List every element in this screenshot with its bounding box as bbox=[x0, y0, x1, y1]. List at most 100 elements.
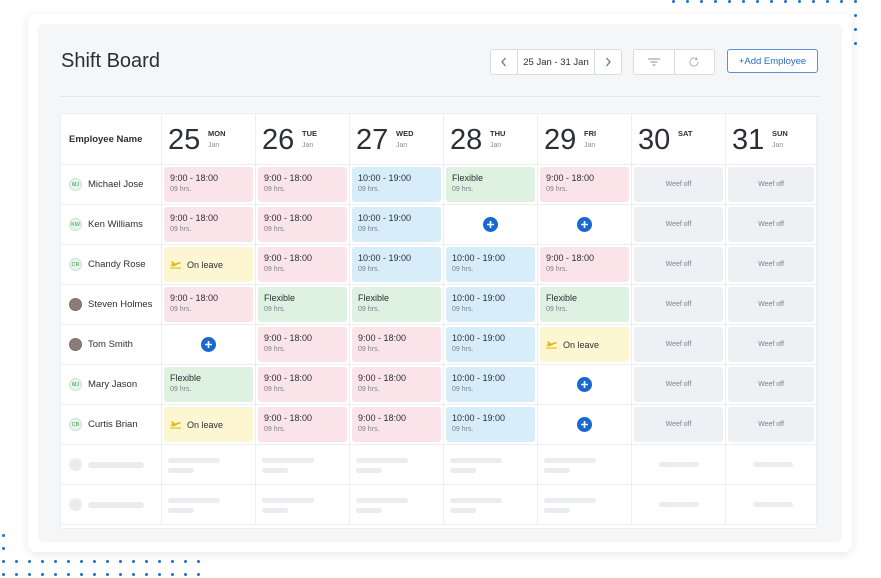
shift-block[interactable]: 10:00 - 19:00 09 hrs. bbox=[446, 407, 535, 442]
date-range-label[interactable]: 25 Jan - 31 Jan bbox=[517, 50, 595, 74]
chevron-left-icon bbox=[501, 57, 506, 67]
add-shift-button[interactable] bbox=[577, 217, 592, 232]
shift-block[interactable]: Flexible 09 hrs. bbox=[164, 367, 253, 402]
shift-cell[interactable]: Flexible 09 hrs. bbox=[256, 285, 350, 325]
shift-block[interactable]: 10:00 - 19:00 09 hrs. bbox=[352, 167, 441, 202]
shift-cell[interactable]: 10:00 - 19:00 09 hrs. bbox=[350, 205, 444, 245]
shift-block[interactable]: Flexible 09 hrs. bbox=[352, 287, 441, 322]
decorative-dot bbox=[80, 573, 83, 576]
shift-block[interactable]: 9:00 - 18:00 09 hrs. bbox=[540, 167, 629, 202]
add-shift-button[interactable] bbox=[577, 377, 592, 392]
shift-block[interactable]: 10:00 - 19:00 09 hrs. bbox=[446, 287, 535, 322]
shift-cell[interactable]: 10:00 - 19:00 09 hrs. bbox=[444, 245, 538, 285]
shift-cell[interactable]: On leave bbox=[162, 245, 256, 285]
employee-cell[interactable]: Steven Holmes bbox=[61, 285, 162, 325]
shift-cell[interactable]: 10:00 - 19:00 09 hrs. bbox=[444, 285, 538, 325]
shift-block[interactable]: 9:00 - 18:00 09 hrs. bbox=[352, 327, 441, 362]
shift-block[interactable]: 10:00 - 19:00 09 hrs. bbox=[446, 327, 535, 362]
add-shift-button[interactable] bbox=[201, 337, 216, 352]
employee-name: Curtis Brian bbox=[88, 419, 138, 430]
shift-block[interactable]: 9:00 - 18:00 09 hrs. bbox=[258, 367, 347, 402]
employee-cell[interactable]: Tom Smith bbox=[61, 325, 162, 365]
leave-block[interactable]: On leave bbox=[164, 247, 253, 282]
shift-cell[interactable]: 9:00 - 18:00 09 hrs. bbox=[538, 245, 632, 285]
decorative-dot bbox=[770, 0, 773, 3]
shift-cell[interactable]: 9:00 - 18:00 09 hrs. bbox=[256, 325, 350, 365]
shift-cell[interactable]: 9:00 - 18:00 09 hrs. bbox=[256, 405, 350, 445]
next-week-button[interactable] bbox=[595, 50, 621, 74]
shift-cell[interactable]: 10:00 - 19:00 09 hrs. bbox=[444, 405, 538, 445]
shift-cell[interactable]: 10:00 - 19:00 09 hrs. bbox=[350, 245, 444, 285]
shift-block[interactable]: 9:00 - 18:00 09 hrs. bbox=[540, 247, 629, 282]
placeholder-cell bbox=[726, 445, 817, 485]
shift-cell[interactable]: On leave bbox=[162, 405, 256, 445]
shift-cell[interactable]: 9:00 - 18:00 09 hrs. bbox=[162, 165, 256, 205]
employee-name: Ken Williams bbox=[88, 219, 143, 230]
shift-block[interactable]: 10:00 - 19:00 09 hrs. bbox=[446, 247, 535, 282]
leave-block[interactable]: On leave bbox=[540, 327, 629, 362]
shift-cell[interactable]: 9:00 - 18:00 09 hrs. bbox=[256, 365, 350, 405]
refresh-button[interactable] bbox=[673, 50, 715, 74]
shift-cell[interactable]: Flexible 09 hrs. bbox=[444, 165, 538, 205]
shift-cell[interactable]: 10:00 - 19:00 09 hrs. bbox=[350, 165, 444, 205]
decorative-dot bbox=[826, 0, 829, 3]
shift-cell[interactable]: On leave bbox=[538, 325, 632, 365]
shift-cell[interactable]: Flexible 09 hrs. bbox=[350, 285, 444, 325]
week-off-label: Weef off bbox=[758, 221, 784, 228]
shift-block[interactable]: 9:00 - 18:00 09 hrs. bbox=[258, 327, 347, 362]
shift-cell[interactable]: 9:00 - 18:00 09 hrs. bbox=[538, 165, 632, 205]
week-off-label: Weef off bbox=[758, 181, 784, 188]
avatar bbox=[69, 338, 82, 351]
day-number: 31 bbox=[732, 124, 765, 156]
shift-cell[interactable]: 9:00 - 18:00 09 hrs. bbox=[256, 165, 350, 205]
shift-cell[interactable]: 9:00 - 18:00 09 hrs. bbox=[256, 205, 350, 245]
decorative-dot bbox=[854, 28, 857, 31]
shift-block[interactable]: Flexible 09 hrs. bbox=[446, 167, 535, 202]
prev-week-button[interactable] bbox=[491, 50, 517, 74]
shift-block[interactable]: 9:00 - 18:00 09 hrs. bbox=[352, 367, 441, 402]
shift-block[interactable]: 9:00 - 18:00 09 hrs. bbox=[164, 207, 253, 242]
add-shift-button[interactable] bbox=[577, 417, 592, 432]
shift-cell[interactable]: 9:00 - 18:00 09 hrs. bbox=[256, 245, 350, 285]
shift-cell[interactable] bbox=[444, 205, 538, 245]
add-shift-button[interactable] bbox=[483, 217, 498, 232]
employee-cell[interactable]: MJ Michael Jose bbox=[61, 165, 162, 205]
shift-block[interactable]: 9:00 - 18:00 09 hrs. bbox=[352, 407, 441, 442]
shift-block[interactable]: 9:00 - 18:00 09 hrs. bbox=[258, 407, 347, 442]
shift-block[interactable]: 9:00 - 18:00 09 hrs. bbox=[258, 247, 347, 282]
filter-button[interactable] bbox=[634, 50, 674, 74]
shift-cell[interactable]: 10:00 - 19:00 09 hrs. bbox=[444, 325, 538, 365]
shift-block[interactable]: Flexible 09 hrs. bbox=[540, 287, 629, 322]
shift-block[interactable]: 9:00 - 18:00 09 hrs. bbox=[258, 207, 347, 242]
employee-cell[interactable]: CR Chandy Rose bbox=[61, 245, 162, 285]
shift-cell[interactable]: 9:00 - 18:00 09 hrs. bbox=[162, 205, 256, 245]
employee-cell[interactable]: CB Curtis Brian bbox=[61, 405, 162, 445]
shift-cell[interactable]: Flexible 09 hrs. bbox=[162, 365, 256, 405]
shift-block[interactable]: 10:00 - 19:00 09 hrs. bbox=[352, 247, 441, 282]
shift-cell[interactable]: 9:00 - 18:00 09 hrs. bbox=[350, 325, 444, 365]
shift-cell[interactable] bbox=[538, 205, 632, 245]
shift-hours: 09 hrs. bbox=[264, 226, 286, 233]
decorative-dot bbox=[2, 547, 5, 550]
shift-block[interactable]: Flexible 09 hrs. bbox=[258, 287, 347, 322]
leave-block[interactable]: On leave bbox=[164, 407, 253, 442]
shift-cell[interactable]: 9:00 - 18:00 09 hrs. bbox=[350, 365, 444, 405]
employee-name: Michael Jose bbox=[88, 179, 144, 190]
shift-block[interactable]: 9:00 - 18:00 09 hrs. bbox=[164, 287, 253, 322]
placeholder-bar bbox=[544, 508, 570, 513]
shift-block[interactable]: 10:00 - 19:00 09 hrs. bbox=[446, 367, 535, 402]
shift-cell[interactable]: 9:00 - 18:00 09 hrs. bbox=[162, 285, 256, 325]
shift-block[interactable]: 10:00 - 19:00 09 hrs. bbox=[352, 207, 441, 242]
shift-cell[interactable] bbox=[538, 365, 632, 405]
shift-block[interactable]: 9:00 - 18:00 09 hrs. bbox=[258, 167, 347, 202]
shift-cell[interactable] bbox=[538, 405, 632, 445]
add-employee-button[interactable]: +Add Employee bbox=[727, 49, 818, 73]
employee-cell[interactable]: MJ Mary Jason bbox=[61, 365, 162, 405]
shift-cell[interactable] bbox=[162, 325, 256, 365]
shift-cell[interactable]: 10:00 - 19:00 09 hrs. bbox=[444, 365, 538, 405]
shift-cell: Weef off bbox=[726, 205, 817, 245]
employee-cell[interactable]: KW Ken Williams bbox=[61, 205, 162, 245]
shift-cell[interactable]: Flexible 09 hrs. bbox=[538, 285, 632, 325]
shift-cell[interactable]: 9:00 - 18:00 09 hrs. bbox=[350, 405, 444, 445]
shift-block[interactable]: 9:00 - 18:00 09 hrs. bbox=[164, 167, 253, 202]
